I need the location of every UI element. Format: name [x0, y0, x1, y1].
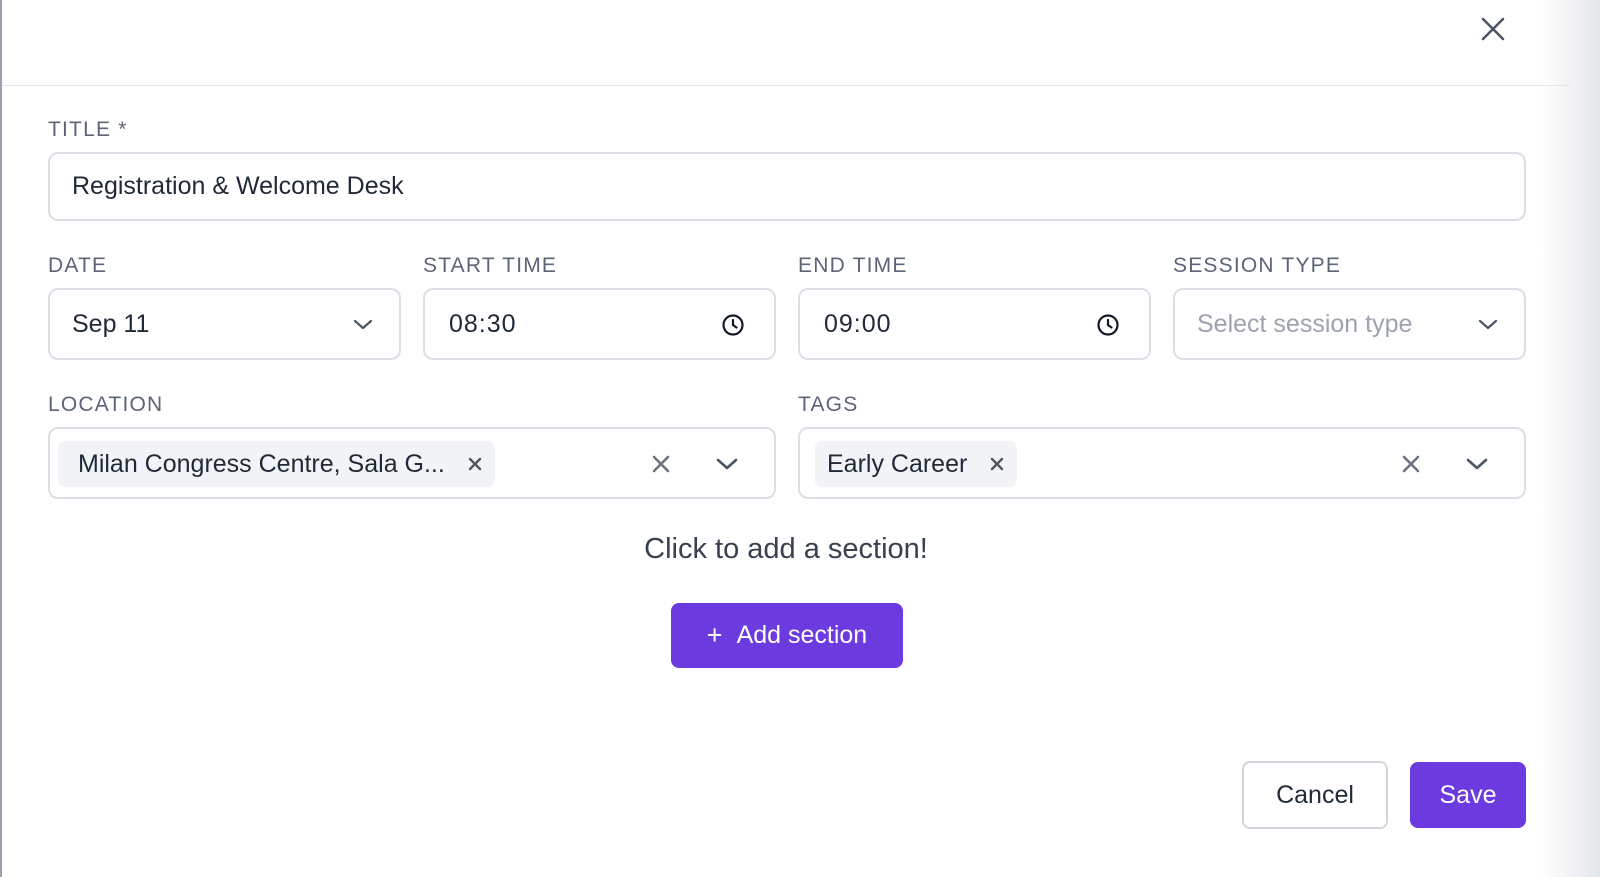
save-label: Save	[1439, 780, 1497, 809]
end-time-input[interactable]: 09:00	[798, 288, 1151, 360]
close-icon	[991, 457, 1004, 471]
location-chip-label: Milan Congress Centre, Sala G...	[78, 449, 445, 478]
close-button[interactable]	[1476, 12, 1510, 46]
save-button[interactable]: Save	[1410, 762, 1526, 828]
start-time-value: 08:30	[449, 309, 517, 338]
add-section-label: Add section	[736, 621, 868, 649]
close-icon	[468, 457, 482, 471]
clock-icon[interactable]	[721, 313, 745, 337]
clock-icon[interactable]	[1096, 313, 1120, 337]
tag-chip-label: Early Career	[827, 449, 968, 478]
close-icon	[1481, 17, 1505, 41]
chevron-down-icon	[1478, 319, 1498, 330]
clear-icon[interactable]	[1401, 454, 1421, 474]
start-time-input[interactable]: 08:30	[423, 288, 776, 360]
sections-empty-hint: Click to add a section!	[644, 533, 928, 565]
cancel-button[interactable]: Cancel	[1242, 761, 1388, 829]
chip-remove-button[interactable]	[989, 456, 1005, 472]
clear-icon[interactable]	[651, 454, 671, 474]
title-input[interactable]: Registration & Welcome Desk	[48, 152, 1526, 221]
location-multiselect[interactable]: Milan Congress Centre, Sala G...	[48, 427, 776, 499]
plus-icon: +	[706, 620, 723, 650]
edit-session-panel: TITLE * Registration & Welcome Desk DATE…	[0, 0, 1570, 877]
tags-label: TAGS	[798, 393, 859, 416]
tag-chip: Early Career	[815, 441, 1018, 487]
chevron-down-icon[interactable]	[1464, 455, 1490, 473]
start-time-label: START TIME	[423, 254, 558, 277]
date-label: DATE	[48, 254, 108, 277]
title-label: TITLE *	[48, 118, 128, 141]
end-time-value: 09:00	[824, 309, 892, 338]
chevron-down-icon[interactable]	[714, 455, 740, 473]
chevron-down-icon	[353, 319, 373, 330]
date-select[interactable]: Sep 11	[48, 288, 401, 360]
tags-multiselect[interactable]: Early Career	[798, 427, 1526, 499]
location-chip: Milan Congress Centre, Sala G...	[58, 441, 495, 487]
chip-remove-button[interactable]	[467, 456, 483, 472]
date-value: Sep 11	[72, 309, 150, 338]
end-time-label: END TIME	[798, 254, 908, 277]
session-type-select[interactable]: Select session type	[1173, 288, 1526, 360]
add-section-button[interactable]: + Add section	[671, 603, 903, 668]
session-type-placeholder: Select session type	[1197, 309, 1413, 338]
title-value: Registration & Welcome Desk	[72, 172, 404, 200]
cancel-label: Cancel	[1276, 780, 1354, 809]
location-label: LOCATION	[48, 393, 164, 416]
panel-header	[2, 0, 1570, 86]
session-type-label: SESSION TYPE	[1173, 254, 1342, 277]
